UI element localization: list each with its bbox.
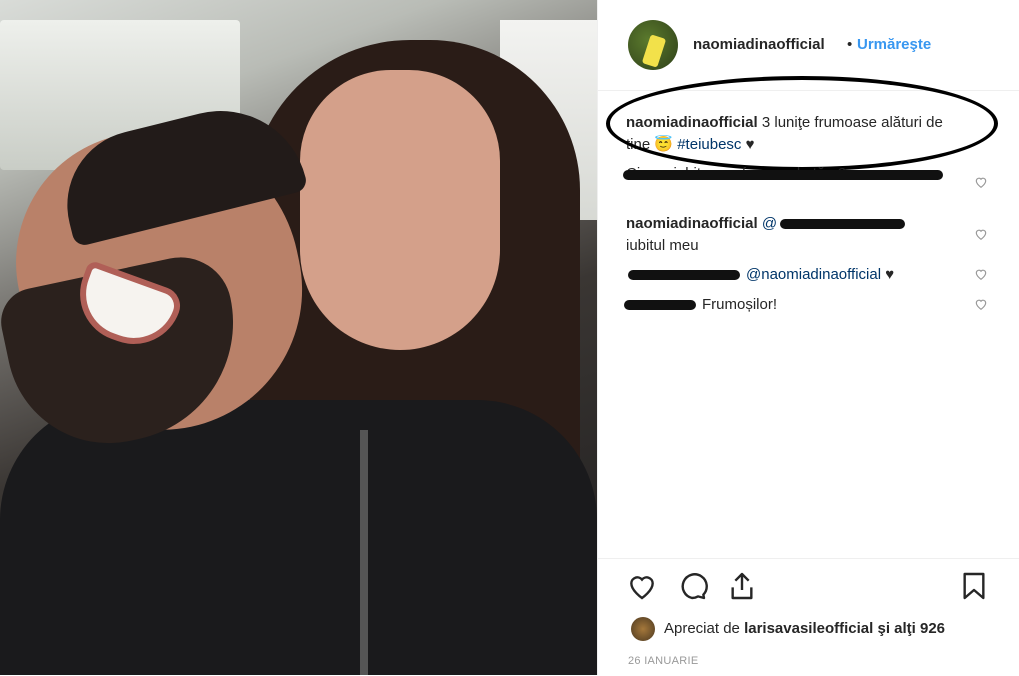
redaction-bar xyxy=(628,270,740,280)
comment-4: Frumoșilor! xyxy=(702,294,1019,316)
comment-2-username[interactable]: naomiadinaofficial xyxy=(626,215,758,232)
post-sidebar: naomiadinaofficial • Urmăreşte naomiadin… xyxy=(597,0,1019,675)
likes-suffix[interactable]: şi alţi 926 xyxy=(877,620,945,637)
likes-prefix: Apreciat de xyxy=(664,620,740,637)
jacket-zipper xyxy=(360,430,368,675)
comment-3-mention[interactable]: @naomiadinaofficial xyxy=(746,266,881,283)
woman-face xyxy=(300,70,500,350)
comment-like-icon[interactable] xyxy=(974,175,988,189)
comment-2-text: iubitul meu xyxy=(626,237,699,254)
redaction-bar xyxy=(624,300,696,310)
comment-2-mention[interactable]: @ xyxy=(762,215,777,232)
follow-button[interactable]: Urmăreşte xyxy=(857,36,931,53)
separator-dot: • xyxy=(847,36,853,53)
liker-avatar[interactable] xyxy=(631,617,655,641)
redaction-bar xyxy=(623,170,943,180)
comment-4-text: Frumoșilor! xyxy=(702,296,778,313)
comment-icon[interactable] xyxy=(676,570,708,602)
comment-like-icon[interactable] xyxy=(974,297,988,311)
share-icon[interactable] xyxy=(726,570,758,602)
post-date: 26 IANUARIE xyxy=(628,655,699,667)
likes-user[interactable]: larisavasileofficial xyxy=(744,620,873,637)
post-photo[interactable] xyxy=(0,0,597,675)
comment-3-heart: ♥ xyxy=(885,266,895,283)
highlight-oval xyxy=(606,76,998,171)
likes-summary[interactable]: Apreciat de larisavasileofficial şi alţi… xyxy=(664,620,945,637)
bookmark-icon[interactable] xyxy=(958,570,990,602)
avatar[interactable] xyxy=(628,20,678,70)
comment-like-icon[interactable] xyxy=(974,227,988,241)
post-username[interactable]: naomiadinaofficial xyxy=(693,36,825,53)
redaction-bar xyxy=(780,219,905,229)
comment-like-icon[interactable] xyxy=(974,267,988,281)
heart-icon[interactable] xyxy=(626,570,658,602)
